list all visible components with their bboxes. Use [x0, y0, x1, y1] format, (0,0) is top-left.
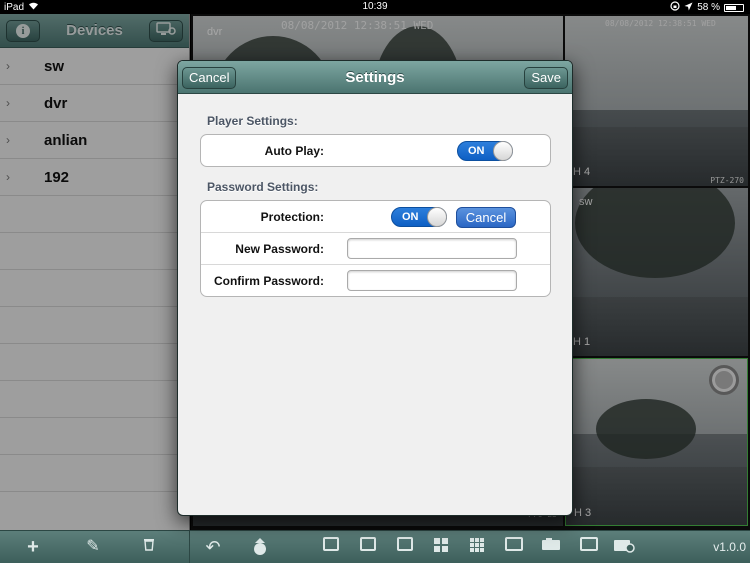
app-version: v1.0.0: [713, 540, 746, 554]
player-settings-header: Player Settings:: [207, 114, 298, 128]
status-bar: iPad 10:39 58 %: [0, 0, 750, 14]
trash-icon[interactable]: [138, 537, 160, 557]
confirm-password-label: Confirm Password:: [213, 274, 324, 288]
protection-toggle[interactable]: ON: [391, 207, 447, 227]
close-stream-icon[interactable]: [357, 537, 379, 557]
battery-percent: 58 %: [697, 2, 720, 13]
auto-play-row: Auto Play: ON: [201, 135, 550, 167]
layout-single-icon[interactable]: [394, 537, 416, 557]
back-arrow-icon[interactable]: ↶: [202, 537, 224, 557]
confirm-password-field[interactable]: [347, 270, 517, 291]
app-root: iPad 10:39 58 % i Devices › sw › dvr › a…: [0, 0, 750, 563]
auto-play-toggle[interactable]: ON: [457, 141, 513, 161]
password-settings-group: Protection: ON Cancel New Password: Conf…: [200, 200, 551, 297]
pencil-icon[interactable]: ✎: [82, 537, 104, 557]
new-password-row: New Password:: [201, 233, 550, 265]
layout-4-icon[interactable]: [430, 537, 452, 559]
battery-icon: [724, 3, 744, 12]
protection-label: Protection:: [260, 210, 324, 224]
layout-split-icon[interactable]: [320, 537, 342, 557]
playback-icon[interactable]: [613, 537, 635, 559]
record-view-icon[interactable]: [578, 537, 600, 557]
clock: 10:39: [362, 1, 388, 12]
lock-rotation-icon: [670, 1, 680, 14]
password-settings-header: Password Settings:: [207, 180, 319, 194]
fullscreen-icon[interactable]: [503, 537, 525, 557]
confirm-password-row: Confirm Password:: [201, 265, 550, 297]
save-button[interactable]: Save: [524, 67, 568, 89]
auto-play-label: Auto Play:: [264, 144, 324, 158]
dialog-title: Settings: [345, 69, 405, 86]
new-password-label: New Password:: [235, 242, 324, 256]
settings-navbar: Cancel Settings Save: [178, 61, 572, 94]
protection-cancel-button[interactable]: Cancel: [456, 207, 516, 228]
camera-icon[interactable]: [540, 537, 562, 557]
ptz-control-icon[interactable]: [249, 537, 271, 563]
protection-row: Protection: ON Cancel: [201, 201, 550, 233]
settings-dialog: Cancel Settings Save Player Settings: Au…: [177, 60, 573, 516]
location-arrow-icon: [684, 2, 693, 14]
new-password-field[interactable]: [347, 238, 517, 259]
bottom-toolbar: + ✎ ↶ v1.0.0: [0, 530, 750, 563]
add-icon[interactable]: +: [22, 537, 44, 557]
layout-9-icon[interactable]: [466, 537, 488, 559]
player-settings-group: Auto Play: ON: [200, 134, 551, 167]
